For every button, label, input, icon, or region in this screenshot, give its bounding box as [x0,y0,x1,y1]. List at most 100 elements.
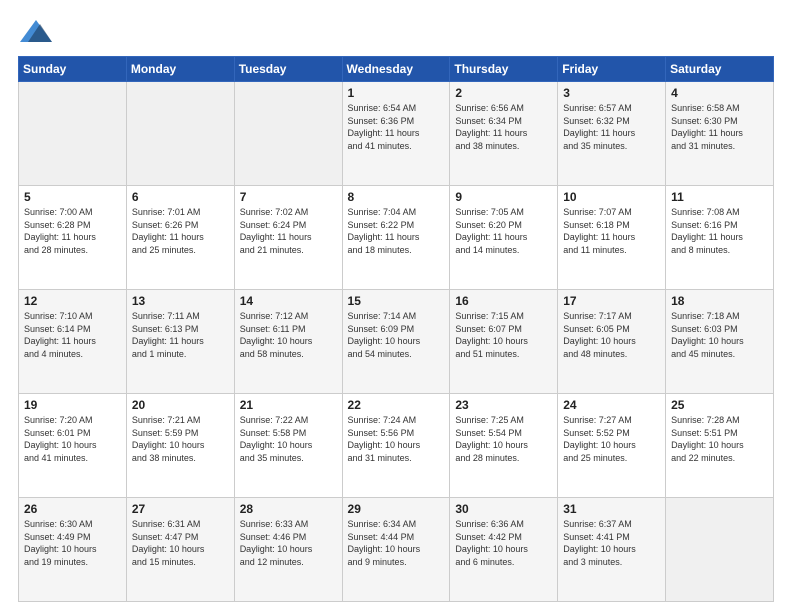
page: SundayMondayTuesdayWednesdayThursdayFrid… [0,0,792,612]
week-row-4: 19 Sunrise: 7:20 AM Sunset: 6:01 PM Dayli… [19,394,774,498]
day-number: 15 [348,294,445,308]
day-number: 9 [455,190,552,204]
weekday-header-monday: Monday [126,57,234,82]
day-info: Sunrise: 7:15 AM Sunset: 6:07 PM Dayligh… [455,310,552,360]
day-cell: 7 Sunrise: 7:02 AM Sunset: 6:24 PM Daylig… [234,186,342,290]
day-cell: 27 Sunrise: 6:31 AM Sunset: 4:47 PM Dayli… [126,498,234,602]
header [18,16,774,46]
day-cell: 5 Sunrise: 7:00 AM Sunset: 6:28 PM Daylig… [19,186,127,290]
day-cell: 9 Sunrise: 7:05 AM Sunset: 6:20 PM Daylig… [450,186,558,290]
day-info: Sunrise: 6:36 AM Sunset: 4:42 PM Dayligh… [455,518,552,568]
logo [18,16,58,46]
day-number: 4 [671,86,768,100]
day-info: Sunrise: 7:00 AM Sunset: 6:28 PM Dayligh… [24,206,121,256]
day-cell: 26 Sunrise: 6:30 AM Sunset: 4:49 PM Dayli… [19,498,127,602]
day-cell: 1 Sunrise: 6:54 AM Sunset: 6:36 PM Daylig… [342,82,450,186]
day-number: 13 [132,294,229,308]
day-info: Sunrise: 7:08 AM Sunset: 6:16 PM Dayligh… [671,206,768,256]
day-info: Sunrise: 6:30 AM Sunset: 4:49 PM Dayligh… [24,518,121,568]
day-cell: 2 Sunrise: 6:56 AM Sunset: 6:34 PM Daylig… [450,82,558,186]
day-cell: 31Sunrise: 6:37 AM Sunset: 4:41 PM Dayli… [558,498,666,602]
day-number: 20 [132,398,229,412]
day-number: 27 [132,502,229,516]
day-info: Sunrise: 6:57 AM Sunset: 6:32 PM Dayligh… [563,102,660,152]
day-cell: 6Sunrise: 7:01 AM Sunset: 6:26 PM Daylig… [126,186,234,290]
day-number: 17 [563,294,660,308]
day-info: Sunrise: 7:18 AM Sunset: 6:03 PM Dayligh… [671,310,768,360]
day-info: Sunrise: 6:58 AM Sunset: 6:30 PM Dayligh… [671,102,768,152]
day-number: 22 [348,398,445,412]
weekday-header-wednesday: Wednesday [342,57,450,82]
day-info: Sunrise: 6:31 AM Sunset: 4:47 PM Dayligh… [132,518,229,568]
day-number: 1 [348,86,445,100]
weekday-header-row: SundayMondayTuesdayWednesdayThursdayFrid… [19,57,774,82]
day-number: 6 [132,190,229,204]
day-info: Sunrise: 6:54 AM Sunset: 6:36 PM Dayligh… [348,102,445,152]
day-number: 19 [24,398,121,412]
day-cell: 8 Sunrise: 7:04 AM Sunset: 6:22 PM Daylig… [342,186,450,290]
day-number: 2 [455,86,552,100]
day-cell: 20Sunrise: 7:21 AM Sunset: 5:59 PM Dayli… [126,394,234,498]
day-cell: 11 Sunrise: 7:08 AM Sunset: 6:16 PM Dayli… [666,186,774,290]
weekday-header-tuesday: Tuesday [234,57,342,82]
weekday-header-sunday: Sunday [19,57,127,82]
week-row-2: 5 Sunrise: 7:00 AM Sunset: 6:28 PM Daylig… [19,186,774,290]
day-number: 30 [455,502,552,516]
day-info: Sunrise: 7:05 AM Sunset: 6:20 PM Dayligh… [455,206,552,256]
day-info: Sunrise: 7:17 AM Sunset: 6:05 PM Dayligh… [563,310,660,360]
week-row-3: 12 Sunrise: 7:10 AM Sunset: 6:14 PM Dayli… [19,290,774,394]
day-cell: 25 Sunrise: 7:28 AM Sunset: 5:51 PM Dayli… [666,394,774,498]
day-number: 5 [24,190,121,204]
calendar-table: SundayMondayTuesdayWednesdayThursdayFrid… [18,56,774,602]
day-number: 8 [348,190,445,204]
day-number: 11 [671,190,768,204]
day-number: 24 [563,398,660,412]
day-cell: 23 Sunrise: 7:25 AM Sunset: 5:54 PM Dayli… [450,394,558,498]
day-number: 12 [24,294,121,308]
day-info: Sunrise: 7:04 AM Sunset: 6:22 PM Dayligh… [348,206,445,256]
day-cell: 13 Sunrise: 7:11 AM Sunset: 6:13 PM Dayli… [126,290,234,394]
day-cell: 18 Sunrise: 7:18 AM Sunset: 6:03 PM Dayli… [666,290,774,394]
day-cell: 17 Sunrise: 7:17 AM Sunset: 6:05 PM Dayli… [558,290,666,394]
day-cell: 15Sunrise: 7:14 AM Sunset: 6:09 PM Dayli… [342,290,450,394]
day-number: 31 [563,502,660,516]
day-info: Sunrise: 7:11 AM Sunset: 6:13 PM Dayligh… [132,310,229,360]
day-number: 23 [455,398,552,412]
day-number: 7 [240,190,337,204]
day-info: Sunrise: 7:20 AM Sunset: 6:01 PM Dayligh… [24,414,121,464]
day-cell [126,82,234,186]
day-cell [666,498,774,602]
day-info: Sunrise: 7:07 AM Sunset: 6:18 PM Dayligh… [563,206,660,256]
week-row-5: 26 Sunrise: 6:30 AM Sunset: 4:49 PM Dayli… [19,498,774,602]
day-cell: 24 Sunrise: 7:27 AM Sunset: 5:52 PM Dayli… [558,394,666,498]
weekday-header-thursday: Thursday [450,57,558,82]
day-info: Sunrise: 6:33 AM Sunset: 4:46 PM Dayligh… [240,518,337,568]
day-number: 21 [240,398,337,412]
day-cell [234,82,342,186]
day-info: Sunrise: 7:24 AM Sunset: 5:56 PM Dayligh… [348,414,445,464]
day-number: 26 [24,502,121,516]
day-info: Sunrise: 7:10 AM Sunset: 6:14 PM Dayligh… [24,310,121,360]
day-cell: 14Sunrise: 7:12 AM Sunset: 6:11 PM Dayli… [234,290,342,394]
day-cell: 10 Sunrise: 7:07 AM Sunset: 6:18 PM Dayli… [558,186,666,290]
day-cell: 29Sunrise: 6:34 AM Sunset: 4:44 PM Dayli… [342,498,450,602]
day-number: 18 [671,294,768,308]
day-number: 10 [563,190,660,204]
day-info: Sunrise: 7:28 AM Sunset: 5:51 PM Dayligh… [671,414,768,464]
day-info: Sunrise: 7:27 AM Sunset: 5:52 PM Dayligh… [563,414,660,464]
day-info: Sunrise: 7:25 AM Sunset: 5:54 PM Dayligh… [455,414,552,464]
week-row-1: 1 Sunrise: 6:54 AM Sunset: 6:36 PM Daylig… [19,82,774,186]
day-number: 25 [671,398,768,412]
weekday-header-saturday: Saturday [666,57,774,82]
day-cell: 19 Sunrise: 7:20 AM Sunset: 6:01 PM Dayli… [19,394,127,498]
day-number: 29 [348,502,445,516]
day-number: 16 [455,294,552,308]
day-cell: 16 Sunrise: 7:15 AM Sunset: 6:07 PM Dayli… [450,290,558,394]
day-info: Sunrise: 7:02 AM Sunset: 6:24 PM Dayligh… [240,206,337,256]
day-number: 28 [240,502,337,516]
day-cell: 28 Sunrise: 6:33 AM Sunset: 4:46 PM Dayli… [234,498,342,602]
day-info: Sunrise: 7:22 AM Sunset: 5:58 PM Dayligh… [240,414,337,464]
day-number: 3 [563,86,660,100]
day-info: Sunrise: 6:56 AM Sunset: 6:34 PM Dayligh… [455,102,552,152]
day-cell: 4 Sunrise: 6:58 AM Sunset: 6:30 PM Daylig… [666,82,774,186]
